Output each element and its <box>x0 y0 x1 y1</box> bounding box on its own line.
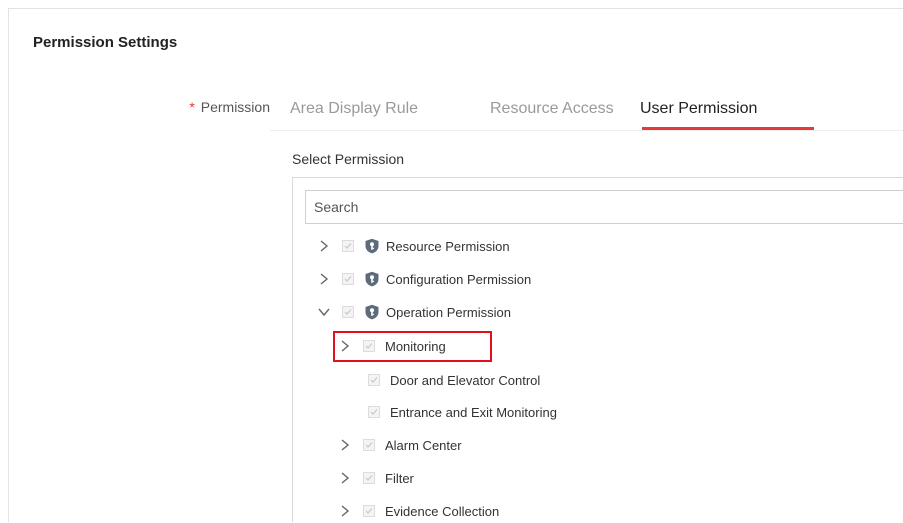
tree-item-label: Monitoring <box>385 338 446 354</box>
chevron-right-icon[interactable] <box>337 503 353 519</box>
permission-field-label: * Permission <box>189 99 270 115</box>
tree-item-label: Entrance and Exit Monitoring <box>390 404 557 420</box>
tree-checkbox[interactable] <box>363 340 375 352</box>
tree-checkbox[interactable] <box>363 505 375 517</box>
section-title: Permission Settings <box>33 34 178 51</box>
chevron-right-icon[interactable] <box>337 338 353 354</box>
tree-item-label: Door and Elevator Control <box>390 372 541 388</box>
tree-item-label: Filter <box>385 470 414 486</box>
tree-item-label: Resource Permission <box>386 238 510 254</box>
search-input[interactable] <box>305 190 903 224</box>
tab-area-display-rule[interactable]: Area Display Rule <box>290 88 418 130</box>
active-tab-indicator <box>642 127 814 130</box>
chevron-right-icon[interactable] <box>316 271 332 287</box>
tree-item-door-and-elevator-control[interactable]: Door and Elevator Control <box>342 368 540 392</box>
tree-checkbox[interactable] <box>342 273 354 285</box>
tree-item-resource-permission[interactable]: Resource Permission <box>316 234 510 258</box>
shield-key-icon <box>364 304 380 320</box>
tree-checkbox[interactable] <box>368 374 380 386</box>
tree-item-monitoring[interactable]: Monitoring <box>337 334 446 358</box>
tree-item-label: Operation Permission <box>386 304 511 320</box>
tree-checkbox[interactable] <box>368 406 380 418</box>
tree-item-label: Alarm Center <box>385 437 462 453</box>
tree-item-configuration-permission[interactable]: Configuration Permission <box>316 267 531 291</box>
required-mark: * <box>189 99 195 115</box>
permission-label-text: Permission <box>200 99 270 115</box>
tree-item-label: Evidence Collection <box>385 503 500 519</box>
chevron-right-icon[interactable] <box>337 437 353 453</box>
tab-resource-access[interactable]: Resource Access <box>490 88 614 130</box>
tree-checkbox[interactable] <box>342 240 354 252</box>
tree-item-filter[interactable]: Filter <box>337 466 414 490</box>
select-permission-label: Select Permission <box>292 151 405 167</box>
chevron-down-icon[interactable] <box>316 304 332 320</box>
chevron-right-icon[interactable] <box>337 470 353 486</box>
tree-item-entrance-and-exit-monitoring[interactable]: Entrance and Exit Monitoring <box>342 400 557 424</box>
tab-user-permission[interactable]: User Permission <box>640 88 757 130</box>
tree-checkbox[interactable] <box>342 306 354 318</box>
tree-item-operation-permission[interactable]: Operation Permission <box>316 300 511 324</box>
tabs-divider <box>270 130 903 131</box>
chevron-right-icon[interactable] <box>316 238 332 254</box>
tree-checkbox[interactable] <box>363 439 375 451</box>
shield-key-icon <box>364 271 380 287</box>
tree-item-alarm-center[interactable]: Alarm Center <box>337 433 462 457</box>
shield-key-icon <box>364 238 380 254</box>
tree-item-evidence-collection[interactable]: Evidence Collection <box>337 499 499 523</box>
tree-checkbox[interactable] <box>363 472 375 484</box>
tree-item-label: Configuration Permission <box>386 271 532 287</box>
